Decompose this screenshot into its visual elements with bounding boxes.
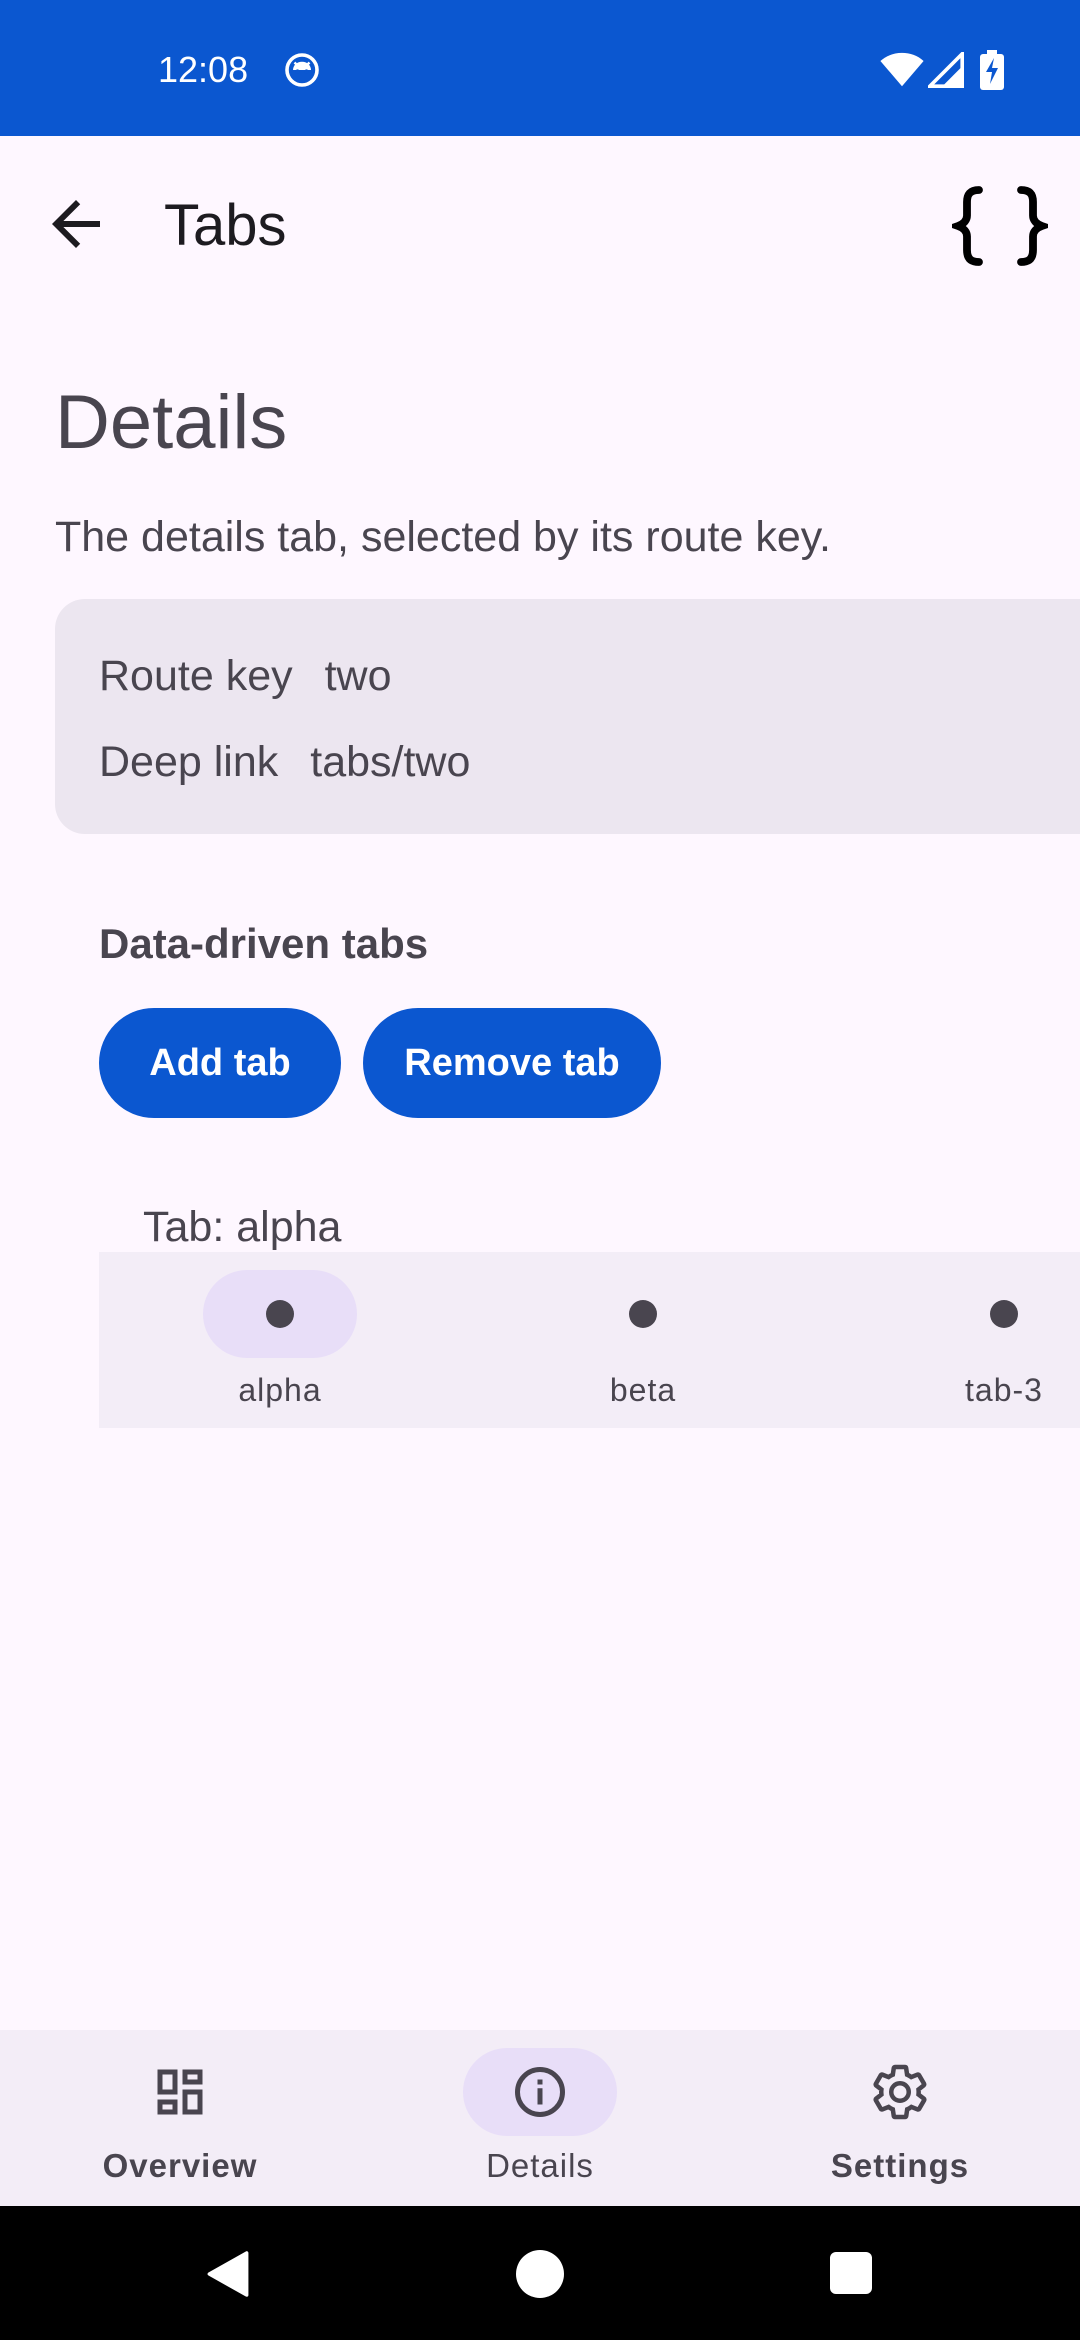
- info-icon: [515, 2067, 565, 2117]
- route-info-card: Route key two Deep link tabs/two: [55, 599, 1080, 834]
- system-navigation-bar: [0, 2206, 1080, 2340]
- nav-label: Settings: [830, 2147, 970, 2184]
- add-tab-button[interactable]: Add tab: [99, 1008, 341, 1118]
- route-key-value: two: [324, 652, 392, 700]
- dot-icon: [266, 1300, 294, 1328]
- status-bar: 12:08: [0, 0, 1080, 136]
- deep-link-row: Deep link tabs/two: [99, 735, 470, 789]
- tab-3[interactable]: tab-3: [904, 1252, 1080, 1428]
- tab-label: tab-3: [965, 1372, 1043, 1408]
- nav-item-details[interactable]: Details: [360, 2030, 720, 2206]
- curly-braces-icon[interactable]: [952, 184, 1048, 268]
- nav-label: Overview: [102, 2147, 258, 2184]
- nav-item-settings[interactable]: Settings: [720, 2030, 1080, 2206]
- tab-beta[interactable]: beta: [543, 1252, 743, 1428]
- deep-link-label: Deep link: [99, 738, 279, 786]
- face-notification-icon: [285, 53, 319, 87]
- system-recents-icon[interactable]: [830, 2252, 872, 2294]
- app-title: Tabs: [164, 193, 287, 258]
- tab-label: beta: [609, 1372, 677, 1408]
- signal-icon: [928, 52, 964, 88]
- wifi-icon: [880, 52, 924, 87]
- nav-item-overview[interactable]: Overview: [0, 2030, 360, 2206]
- current-tab-label: Tab: alpha: [143, 1203, 342, 1251]
- route-key-label: Route key: [99, 652, 293, 700]
- gear-icon: [873, 2064, 927, 2120]
- page-description: The details tab, selected by its route k…: [55, 513, 831, 561]
- battery-charging-icon: [980, 50, 1004, 90]
- dot-icon: [990, 1300, 1018, 1328]
- section-title: Data-driven tabs: [99, 920, 429, 967]
- tab-alpha[interactable]: alpha: [180, 1252, 380, 1428]
- nav-label: Details: [486, 2147, 594, 2184]
- data-driven-tab-row: alpha beta tab-3: [99, 1252, 1080, 1428]
- route-key-row: Route key two: [99, 649, 392, 703]
- remove-tab-button[interactable]: Remove tab: [363, 1008, 661, 1118]
- tab-label: alpha: [238, 1372, 322, 1408]
- status-time: 12:08: [158, 49, 249, 90]
- system-home-icon[interactable]: [516, 2250, 564, 2298]
- back-arrow-icon[interactable]: [40, 188, 112, 260]
- page-heading: Details: [55, 380, 288, 465]
- dot-icon: [629, 1300, 657, 1328]
- system-back-icon[interactable]: [200, 2246, 256, 2302]
- bottom-navigation-bar: Overview Details Settings: [0, 2030, 1080, 2206]
- dashboard-icon: [157, 2069, 203, 2115]
- deep-link-value: tabs/two: [310, 738, 471, 786]
